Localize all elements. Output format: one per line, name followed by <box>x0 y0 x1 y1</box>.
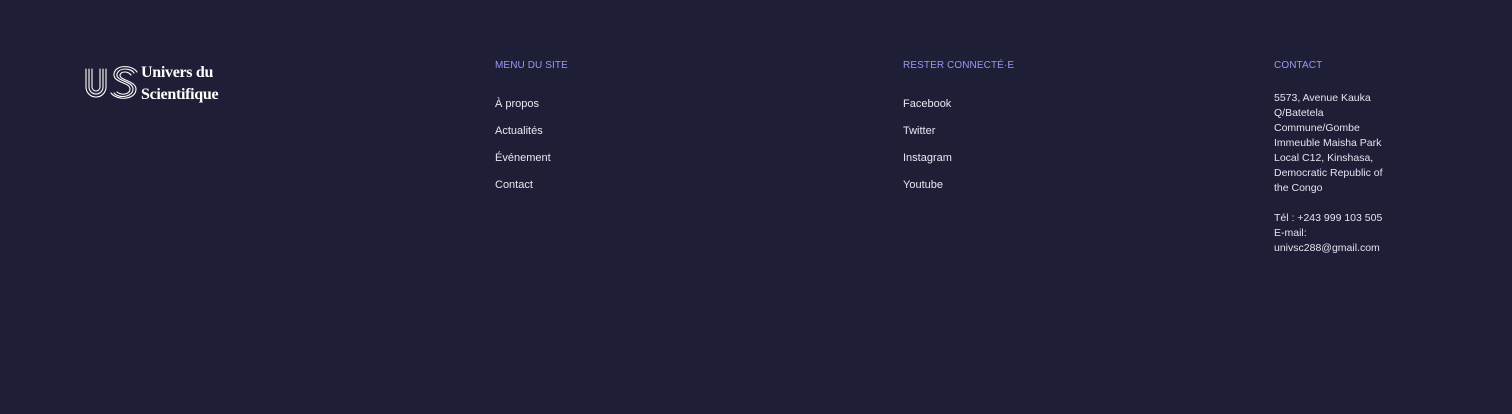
contact-address: 5573, Avenue Kauka Q/Batetela Commune/Go… <box>1274 91 1414 196</box>
social-list: Facebook Twitter Instagram Youtube <box>903 97 1014 205</box>
brand-name-line2: Scientifique <box>141 86 219 103</box>
list-item: À propos <box>495 97 568 124</box>
menu-link-contact[interactable]: Contact <box>495 179 533 191</box>
address-line: Q/Batetela <box>1274 107 1324 119</box>
list-item: Contact <box>495 178 568 205</box>
contact-details: Tél : +243 999 103 505 E-mail: univsc288… <box>1274 211 1414 256</box>
list-item: Facebook <box>903 97 1014 124</box>
brand-name: Univers du Scientifique <box>141 62 219 106</box>
contact-email[interactable]: univsc288@gmail.com <box>1274 241 1414 256</box>
social-column: RESTER CONNECTÉ·E Facebook Twitter Insta… <box>903 60 1014 205</box>
contact-heading: CONTACT <box>1274 60 1323 71</box>
contact-email-label: E-mail: <box>1274 227 1307 239</box>
site-menu-heading: MENU DU SITE <box>495 60 568 71</box>
list-item: Actualités <box>495 124 568 151</box>
address-line: Democratic Republic of <box>1274 167 1383 179</box>
us-monogram-icon <box>84 65 138 103</box>
social-heading: RESTER CONNECTÉ·E <box>903 60 1015 71</box>
menu-link-events[interactable]: Événement <box>495 152 551 164</box>
address-line: 5573, Avenue Kauka <box>1274 92 1371 104</box>
social-link-instagram[interactable]: Instagram <box>903 152 952 164</box>
site-menu-column: MENU DU SITE À propos Actualités Événeme… <box>495 60 568 205</box>
list-item: Événement <box>495 151 568 178</box>
list-item: Twitter <box>903 124 1014 151</box>
brand-logo-link[interactable]: Univers du Scientifique <box>84 62 219 106</box>
social-link-facebook[interactable]: Facebook <box>903 98 951 110</box>
address-line: Commune/Gombe <box>1274 122 1360 134</box>
contact-column: CONTACT 5573, Avenue Kauka Q/Batetela Co… <box>1274 60 1414 256</box>
address-line: the Congo <box>1274 182 1323 194</box>
menu-link-news[interactable]: Actualités <box>495 125 543 137</box>
social-link-youtube[interactable]: Youtube <box>903 179 943 191</box>
list-item: Youtube <box>903 178 1014 205</box>
site-footer: Univers du Scientifique MENU DU SITE À p… <box>0 0 1512 414</box>
list-item: Instagram <box>903 151 1014 178</box>
brand-name-line1: Univers du <box>141 64 214 81</box>
social-link-twitter[interactable]: Twitter <box>903 125 935 137</box>
menu-link-about[interactable]: À propos <box>495 98 539 110</box>
address-line: Immeuble Maisha Park <box>1274 137 1382 149</box>
contact-phone: Tél : +243 999 103 505 <box>1274 212 1383 224</box>
address-line: Local C12, Kinshasa, <box>1274 152 1374 164</box>
site-menu-list: À propos Actualités Événement Contact <box>495 97 568 205</box>
